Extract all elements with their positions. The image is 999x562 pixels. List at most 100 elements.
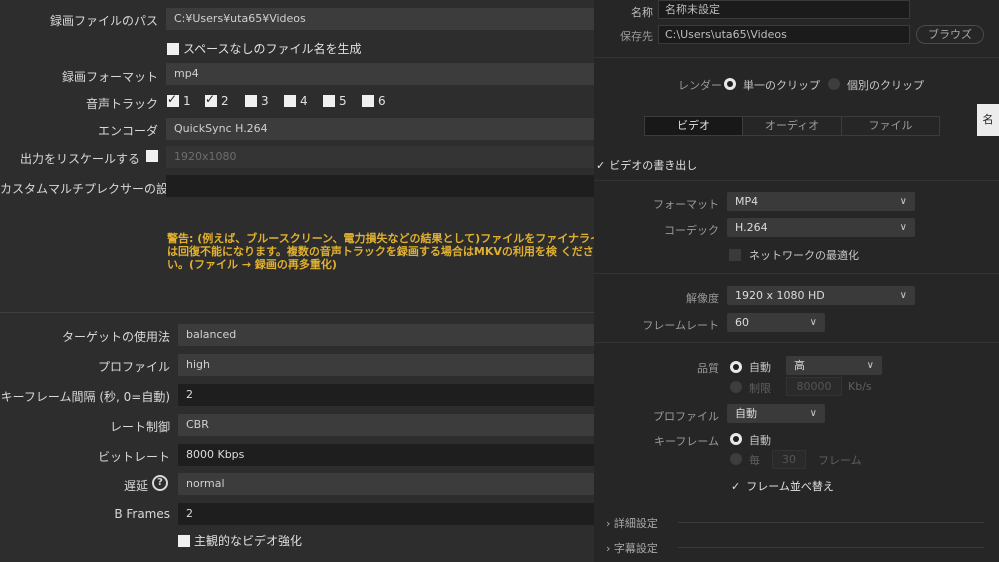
keyframe-every-unit: フレーム xyxy=(818,454,862,467)
frame-rate-label: フレームレート xyxy=(642,319,719,332)
render-individual-clips-radio[interactable] xyxy=(828,78,840,90)
bframes-input[interactable]: 2 xyxy=(178,503,594,525)
keyframe-auto-radio[interactable] xyxy=(730,433,742,445)
render-tab-bar: ビデオ オーディオ ファイル xyxy=(644,116,940,136)
audio-track-3-checkbox[interactable]: 3 xyxy=(245,94,269,108)
render-label: レンダー xyxy=(678,79,722,92)
render-individual-clips-label[interactable]: 個別のクリップ xyxy=(847,77,924,93)
resolution-label: 解像度 xyxy=(686,292,719,305)
divider xyxy=(594,57,999,58)
quality-auto-radio[interactable] xyxy=(730,361,742,373)
audio-track-label: 音声トラック xyxy=(85,97,158,111)
keyframe-every-input[interactable]: 30 xyxy=(772,450,806,469)
rescale-label: 出力をリスケールする xyxy=(19,152,140,166)
tab-video[interactable]: ビデオ xyxy=(645,117,742,135)
custom-muxer-input[interactable] xyxy=(166,175,594,197)
subjective-enhance-checkbox[interactable]: 主観的なビデオ強化 xyxy=(178,532,302,549)
rescale-checkbox[interactable] xyxy=(146,150,158,162)
check-icon: ✓ xyxy=(731,480,741,493)
divider xyxy=(678,547,984,548)
side-tab[interactable]: 名 xyxy=(977,104,999,136)
resolve-render-settings-panel: 名称 名称未設定 保存先 C:\Users\uta65\Videos ブラウズ … xyxy=(594,0,999,562)
profile-label: プロファイル xyxy=(653,410,719,423)
quality-label: 品質 xyxy=(697,362,719,375)
audio-track-4-checkbox[interactable]: 4 xyxy=(284,94,308,108)
rate-control-select[interactable]: CBR xyxy=(178,414,594,436)
checkbox-box[interactable] xyxy=(729,249,741,261)
warning-text: 警告: (例えば、ブルースクリーン、電力損失などの結果として)ファイルをファイナ… xyxy=(167,232,594,271)
profile-label: プロファイル xyxy=(97,360,170,374)
keyframe-every-label[interactable]: 毎 xyxy=(749,452,760,468)
chevron-right-icon: › xyxy=(606,542,611,555)
latency-label: 遅延 xyxy=(123,479,148,493)
subtitle-settings-toggle[interactable]: › 字幕設定 xyxy=(606,540,658,556)
chevron-down-icon: ∨ xyxy=(809,317,817,328)
quality-limit-input[interactable]: 80000 xyxy=(786,377,842,396)
rec-format-label: 録画フォーマット xyxy=(61,70,158,84)
format-select[interactable]: MP4 ∨ xyxy=(727,192,915,211)
quality-limit-unit: Kb/s xyxy=(848,380,872,393)
keyframe-interval-input[interactable]: 2 xyxy=(178,384,594,406)
profile-select[interactable]: high xyxy=(178,354,594,376)
resolution-select[interactable]: 1920 x 1080 HD ∨ xyxy=(727,286,915,305)
chevron-down-icon: ∨ xyxy=(866,360,874,371)
name-input[interactable]: 名称未設定 xyxy=(658,0,910,19)
rate-control-label: レート制御 xyxy=(109,420,170,434)
name-label: 名称 xyxy=(631,6,653,19)
bitrate-label: ビットレート xyxy=(97,450,170,464)
no-space-filename-checkbox[interactable]: スペースなしのファイル名を生成 xyxy=(167,40,362,57)
tab-file[interactable]: ファイル xyxy=(841,117,939,135)
browse-button[interactable]: ブラウズ xyxy=(916,25,984,44)
tab-audio[interactable]: オーディオ xyxy=(742,117,841,135)
chevron-down-icon: ∨ xyxy=(899,222,907,233)
codec-select[interactable]: H.264 ∨ xyxy=(727,218,915,237)
codec-label: コーデック xyxy=(664,224,719,237)
export-video-checkbox[interactable]: ✓ ビデオの書き出し xyxy=(596,157,697,173)
audio-track-5-checkbox[interactable]: 5 xyxy=(323,94,347,108)
question-circle-icon[interactable]: ? xyxy=(152,475,168,491)
rescale-resolution-select[interactable]: 1920x1080 xyxy=(166,146,594,168)
audio-track-6-checkbox[interactable]: 6 xyxy=(362,94,386,108)
quality-level-select[interactable]: 高 ∨ xyxy=(786,356,882,375)
custom-muxer-label: カスタムマルチプレクサーの設定 xyxy=(0,182,181,196)
rec-path-input[interactable]: C:¥Users¥uta65¥Videos xyxy=(166,8,594,30)
profile-select[interactable]: 自動 ∨ xyxy=(727,404,825,423)
render-single-clip-label[interactable]: 単一のクリップ xyxy=(743,77,820,93)
render-single-clip-radio[interactable] xyxy=(724,78,736,90)
frame-reorder-checkbox[interactable]: ✓ フレーム並べ替え xyxy=(731,478,834,494)
save-location-input[interactable]: C:\Users\uta65\Videos xyxy=(658,25,910,44)
audio-track-2-checkbox[interactable]: 2 xyxy=(205,92,229,108)
bitrate-input[interactable]: 8000 Kbps xyxy=(178,444,594,466)
latency-select[interactable]: normal xyxy=(178,473,594,495)
rec-path-label: 録画ファイルのパス xyxy=(49,14,158,28)
chevron-right-icon: › xyxy=(606,517,611,530)
chevron-down-icon: ∨ xyxy=(899,196,907,207)
audio-track-1-checkbox[interactable]: 1 xyxy=(167,92,191,108)
keyframe-auto-label[interactable]: 自動 xyxy=(749,432,771,448)
rec-format-select[interactable]: mp4 xyxy=(166,63,594,85)
frame-rate-select[interactable]: 60 ∨ xyxy=(727,313,825,332)
keyframe-every-radio[interactable] xyxy=(730,453,742,465)
target-usage-label: ターゲットの使用法 xyxy=(61,330,170,344)
divider xyxy=(594,273,999,274)
check-icon: ✓ xyxy=(596,159,606,172)
encoder-select[interactable]: QuickSync H.264 xyxy=(166,118,594,140)
keyframe-interval-label: キーフレーム間隔 (秒, 0=自動) xyxy=(0,390,170,404)
divider xyxy=(0,312,594,313)
keyframe-label: キーフレーム xyxy=(653,435,719,448)
quality-limit-radio[interactable] xyxy=(730,381,742,393)
divider xyxy=(594,180,999,181)
quality-auto-label[interactable]: 自動 xyxy=(749,359,771,375)
bframes-label: B Frames xyxy=(114,507,170,521)
divider xyxy=(678,522,984,523)
save-to-label: 保存先 xyxy=(620,30,653,43)
quality-limit-label[interactable]: 制限 xyxy=(749,380,771,396)
network-optimize-checkbox[interactable]: ネットワークの最適化 xyxy=(729,247,859,263)
chevron-down-icon: ∨ xyxy=(809,408,817,419)
target-usage-select[interactable]: balanced xyxy=(178,324,594,346)
encoder-label: エンコーダ xyxy=(97,124,158,138)
divider xyxy=(594,342,999,343)
format-label: フォーマット xyxy=(653,198,719,211)
advanced-settings-toggle[interactable]: › 詳細設定 xyxy=(606,515,658,531)
checkbox-box[interactable] xyxy=(167,43,179,55)
